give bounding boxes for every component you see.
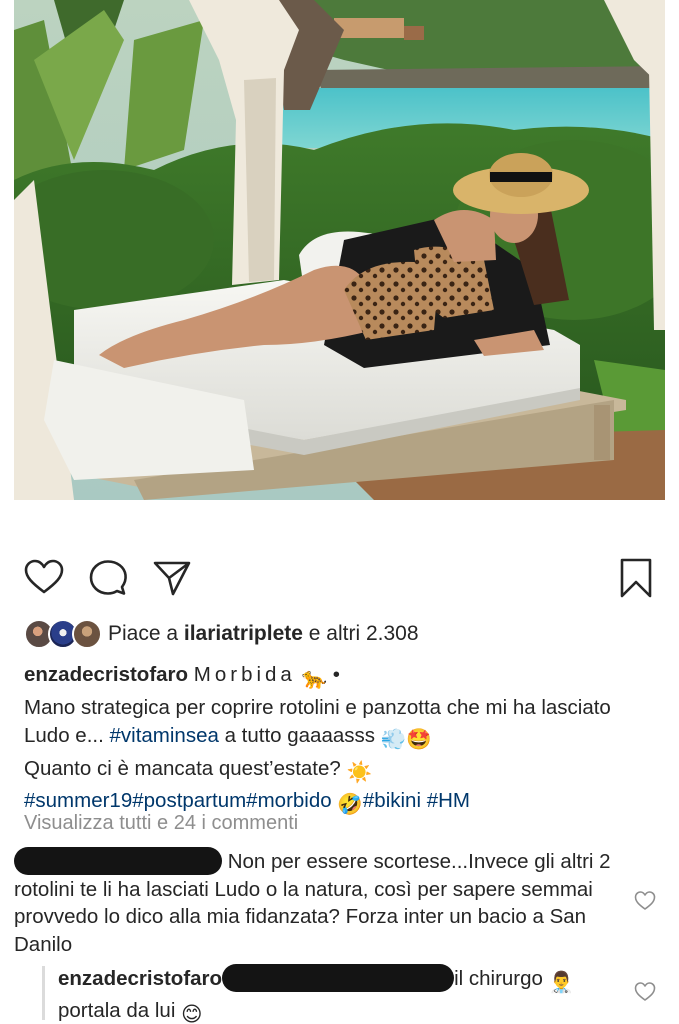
view-all-comments-link[interactable]: Visualizza tutti e 24 i commenti [24,812,298,835]
caption-line-4: Quanto ci è mancata quest’estate? ☀️ [24,755,654,788]
bookmark-icon [620,558,652,598]
likes-row[interactable]: Piace a ilariatriplete e altri 2.308 [24,618,419,650]
reply-text-1: il chirurgo [454,967,549,990]
post-photo[interactable] [14,0,665,500]
hashtag-bikini-link[interactable]: #bikini [363,789,421,812]
post-action-bar [22,556,658,600]
sun-emoji-icon: ☀️ [346,760,373,784]
comment-like-button[interactable] [634,890,656,912]
caption-line-1: enzadecristofaro Morbida 🐆 • [24,661,654,694]
likes-count: e altri 2.308 [302,622,419,645]
heart-icon [24,559,64,594]
comment-bubble-icon [89,560,127,595]
comment: Non per essere scortese...Invece gli alt… [14,847,614,958]
likes-prefix: Piace a [108,622,184,645]
avatar [72,619,102,649]
liker-avatars [24,619,102,649]
post-caption: enzadecristofaro Morbida 🐆 • Mano strate… [24,661,654,820]
like-button[interactable] [22,556,66,600]
caption-username-link[interactable]: enzadecristofaro [24,663,188,686]
caption-title: Morbida [193,663,296,686]
rolling-laugh-emoji-icon: 🤣 [337,793,363,816]
caption-text-2: a tutto gaaaasss [218,724,381,747]
share-button[interactable] [150,556,194,600]
star-struck-emoji-icon: 🤩 [406,728,432,751]
doctor-emoji-icon: 👨‍⚕️ [548,971,575,994]
hashtag-vitaminsea-link[interactable]: #vitaminsea [109,724,218,747]
hashtags-summer-postpartum-morbido-link[interactable]: #summer19#postpartum#morbido [24,789,332,812]
reply-thread-line [42,966,45,1020]
reply-like-button[interactable] [634,981,656,1003]
leopard-emoji-icon: 🐆 [301,667,328,690]
hashtag-hm-link[interactable]: #HM [427,789,470,812]
dash-emoji-icon: 💨 [380,728,407,751]
comment-button[interactable] [86,556,130,600]
reply-text-2: portala da lui [58,998,182,1022]
paper-plane-icon [153,561,191,596]
caption-body: Mano strategica per coprire rotolini e p… [24,694,654,755]
heart-icon [634,982,656,1001]
redacted-username [14,847,222,875]
save-button[interactable] [614,556,658,600]
liker-username-link[interactable]: ilariatriplete [184,622,303,645]
reply-username-link[interactable]: enzadecristofaro [58,967,222,990]
likes-text: Piace a ilariatriplete e altri 2.308 [108,622,419,646]
comment-reply: enzadecristofaro il chirurgo 👨‍⚕️ portala… [58,964,618,1024]
redacted-mention [222,964,455,992]
caption-bullet: • [332,663,340,686]
caption-text-3: Quanto ci è mancata quest’estate? [24,756,347,780]
smiling-face-emoji-icon: 😊 [181,1002,203,1024]
post-image [14,0,665,500]
reply-line-2: portala da lui 😊 [58,997,618,1024]
reply-line-1: enzadecristofaro il chirurgo 👨‍⚕️ [58,964,618,997]
heart-icon [634,891,656,910]
